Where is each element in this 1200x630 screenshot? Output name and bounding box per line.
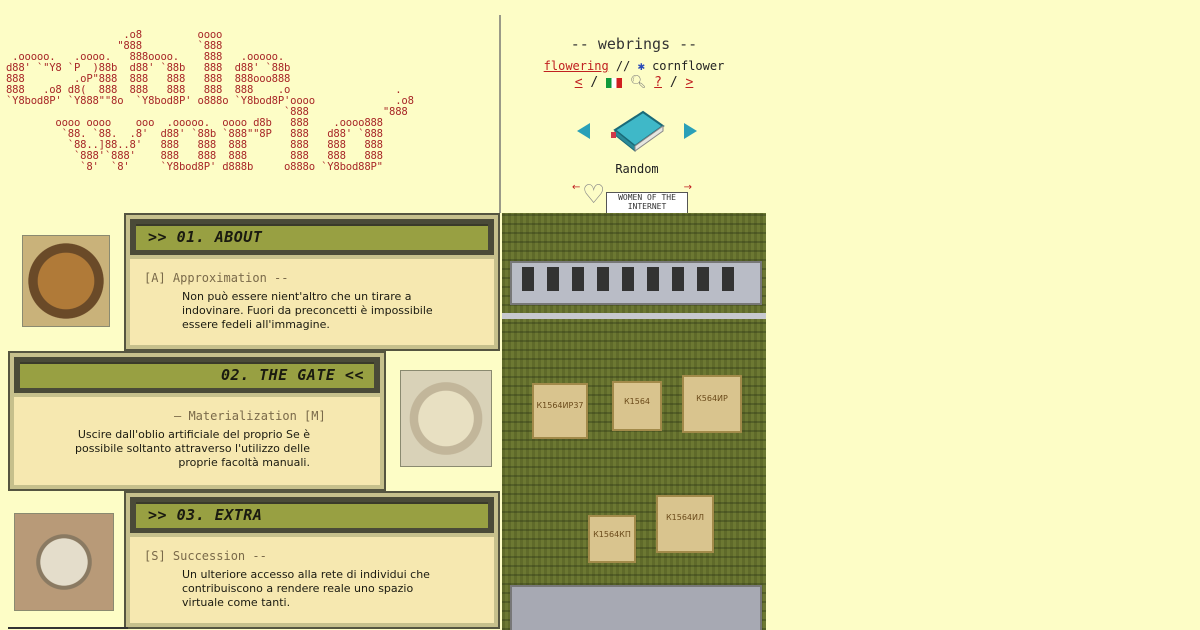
about-subheading: [A] Approximation -- <box>144 271 289 285</box>
webrings-title: -- webrings -- <box>570 35 698 53</box>
cornflower-icon: ✱ <box>637 59 645 73</box>
gate-heading[interactable]: 02. THE GATE << <box>221 366 364 384</box>
board-rail <box>502 313 766 319</box>
link-separator: // <box>615 59 631 73</box>
board-connector <box>510 261 762 305</box>
gate-subheading: — Materialization [M] <box>174 409 326 423</box>
section-body: [S] Succession -- Un ulteriore accesso a… <box>130 537 494 623</box>
board-chip: К564ИР <box>682 375 742 433</box>
section-about: >> 01. ABOUT [A] Approximation -- Non pu… <box>124 213 500 351</box>
board-chip: К1564ИЛ <box>656 495 714 553</box>
board-chip: К1564 <box>612 381 662 431</box>
flowering-link[interactable]: flowering <box>544 59 609 73</box>
extra-heading[interactable]: >> 03. EXTRA <box>148 506 262 524</box>
board-chip: К1564ИР37 <box>532 383 588 439</box>
board-connector-bottom <box>510 585 762 630</box>
vertical-divider <box>499 15 501 213</box>
chip-image-gate <box>400 370 492 467</box>
next-link[interactable]: > <box>685 75 693 90</box>
extra-text: Un ulteriore accesso alla rete di indivi… <box>182 568 430 609</box>
section-body: — Materialization [M] Uscire dall'oblio … <box>14 397 380 485</box>
circuit-board-image: К1564ИР37 К1564 К564ИР К1564КП К1564ИЛ <box>502 213 766 630</box>
bottom-rule <box>8 627 128 629</box>
random-next-arrow-icon[interactable] <box>684 123 697 139</box>
ascii-logo: .o8 oooo "888 `888 .ooooo. .oooo. 888ooo… <box>6 29 414 173</box>
extra-subheading: [S] Succession -- <box>144 549 267 563</box>
webrings-sidebar: -- webrings -- flowering // ✱ cornflower… <box>502 30 766 216</box>
section-gate: 02. THE GATE << — Materialization [M] Us… <box>8 351 386 491</box>
section-body: [A] Approximation -- Non può essere nien… <box>130 259 494 345</box>
about-text: Non può essere nient'altro che un tirare… <box>182 290 433 331</box>
women-of-internet-webring: ← ♡ WOMEN OF THE INTERNET → <box>572 180 722 216</box>
section-header: 02. THE GATE << <box>14 357 380 393</box>
pixel-heart-icon: ♡ <box>582 180 606 210</box>
cornflower-link[interactable]: cornflower <box>652 59 724 73</box>
gate-text: Uscire dall'oblio artificiale del propri… <box>75 428 310 469</box>
italy-flag-icon[interactable] <box>606 77 622 88</box>
about-heading[interactable]: >> 01. ABOUT <box>148 228 262 246</box>
random-q-link[interactable]: ? <box>654 75 662 90</box>
nav-slash: / <box>669 75 678 90</box>
book-icon[interactable] <box>609 108 667 152</box>
nav-slash: / <box>590 75 599 90</box>
section-header: >> 01. ABOUT <box>130 219 494 255</box>
woi-next-link[interactable]: → <box>684 182 692 193</box>
prev-link[interactable]: < <box>575 75 583 90</box>
chip-image-extra <box>14 513 114 611</box>
board-chip: К1564КП <box>588 515 636 563</box>
section-header: >> 03. EXTRA <box>130 497 494 533</box>
magnifier-icon[interactable]: 🔍︎ <box>630 75 647 90</box>
webring-links: flowering // ✱ cornflower <box>502 59 766 73</box>
section-extra: >> 03. EXTRA [S] Succession -- Un ulteri… <box>124 491 500 629</box>
random-prev-arrow-icon[interactable] <box>577 123 590 139</box>
chip-image-about <box>22 235 110 327</box>
random-widget: Random <box>577 108 697 183</box>
woi-prev-link[interactable]: ← <box>572 182 580 193</box>
random-label[interactable]: Random <box>577 162 697 176</box>
webring-nav: < / 🔍︎ ? / > <box>502 75 766 90</box>
